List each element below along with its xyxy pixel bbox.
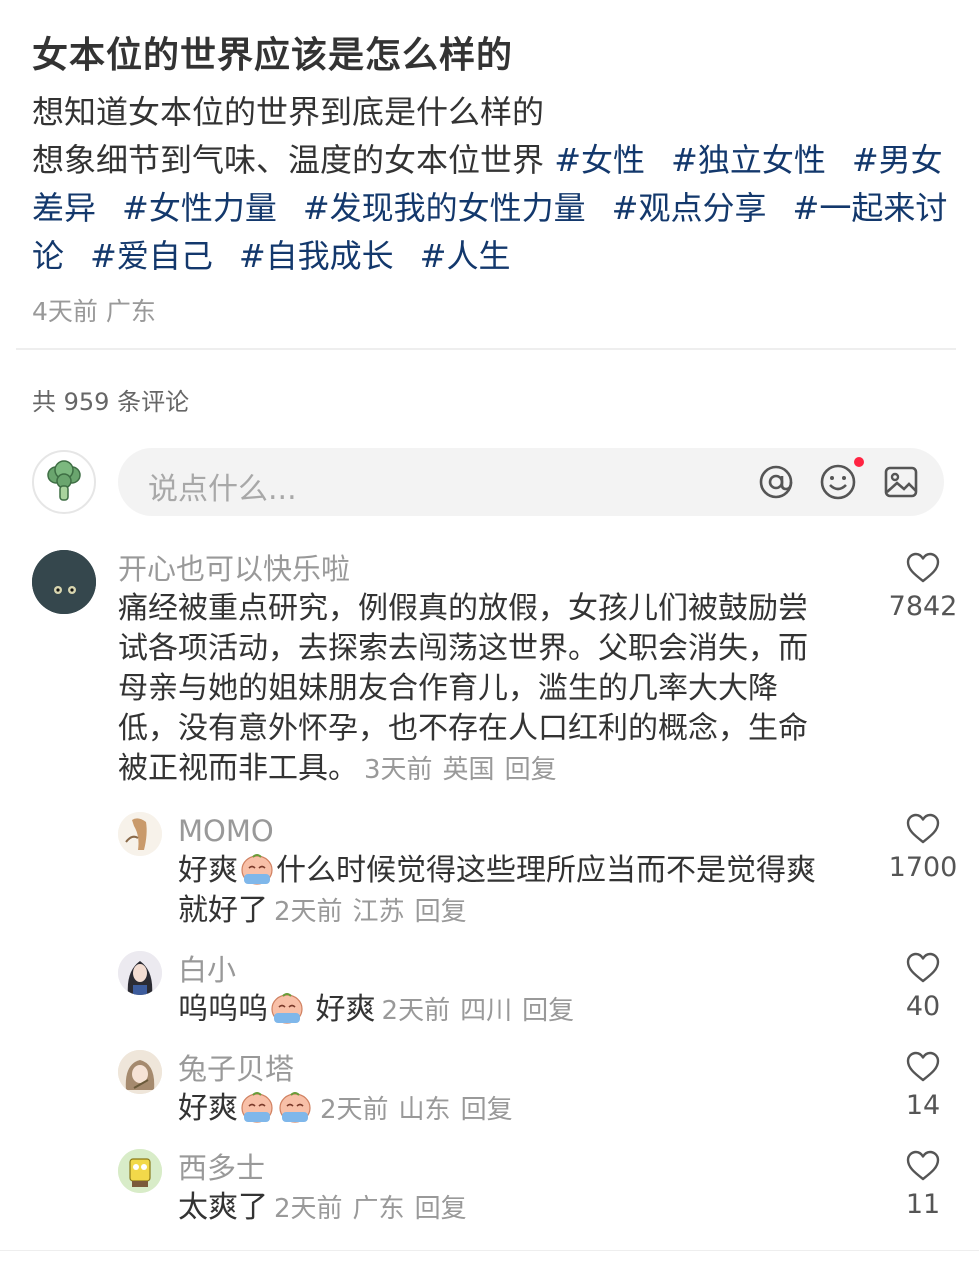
heart-icon bbox=[906, 1051, 940, 1082]
my-avatar[interactable] bbox=[32, 450, 96, 514]
avatar-image bbox=[118, 1149, 162, 1193]
image-icon[interactable] bbox=[881, 462, 921, 502]
heart-icon bbox=[906, 1150, 940, 1181]
avatar-image bbox=[118, 1050, 162, 1094]
comment-input[interactable]: 说点什么... bbox=[118, 448, 944, 516]
avatar[interactable] bbox=[118, 812, 162, 856]
comment-text: 太爽了 2天前 广东 回复 bbox=[178, 1190, 467, 1225]
avatar-image bbox=[118, 951, 162, 995]
like-count: 11 bbox=[905, 1189, 941, 1220]
reply-button[interactable]: 回复 bbox=[415, 1194, 467, 1224]
hashtag[interactable]: #独立女性 bbox=[671, 141, 826, 179]
hashtag[interactable]: #发现我的女性力量 bbox=[303, 189, 586, 227]
like-count: 7842 bbox=[888, 591, 958, 622]
avatar[interactable] bbox=[118, 1050, 162, 1094]
avatar-image bbox=[32, 550, 96, 614]
avatar[interactable] bbox=[32, 550, 96, 614]
hashtag[interactable]: #爱自己 bbox=[90, 237, 213, 275]
hashtag[interactable]: #观点分享 bbox=[612, 189, 767, 227]
avatar[interactable] bbox=[118, 1149, 162, 1193]
post-location: 广东 bbox=[105, 297, 156, 326]
heart-icon bbox=[906, 552, 940, 583]
like-count: 1700 bbox=[888, 852, 958, 883]
comment-text: 呜呜呜 好爽 2天前 四川 回复 bbox=[178, 992, 575, 1027]
commenter-name[interactable]: MOMO bbox=[178, 811, 868, 851]
broccoli-icon bbox=[47, 460, 81, 501]
reply-button[interactable]: 回复 bbox=[505, 755, 557, 785]
comment-text: 好爽 2天前 山东 回复 bbox=[178, 1091, 513, 1126]
post-title: 女本位的世界应该是怎么样的 bbox=[32, 35, 514, 76]
commenter-name[interactable]: 西多士 bbox=[178, 1148, 868, 1188]
avatar-image bbox=[118, 812, 162, 856]
divider bbox=[0, 1250, 979, 1251]
comment-text: 好爽 什么时候觉得这些理所应当而不是觉得爽 就好了 2天前 江苏 回复 bbox=[178, 853, 816, 928]
comment-location: 英国 bbox=[442, 755, 495, 785]
hashtag[interactable]: #女性力量 bbox=[122, 189, 277, 227]
comment: 开心也可以快乐啦 痛经被重点研究，例假真的放假，女孩儿们被鼓励尝 试各项活动，去… bbox=[118, 549, 858, 790]
heart-icon bbox=[906, 813, 940, 844]
commenter-name[interactable]: 开心也可以快乐啦 bbox=[118, 549, 858, 589]
notification-dot bbox=[854, 457, 864, 467]
commenter-name[interactable]: 白小 bbox=[178, 950, 868, 990]
like-button[interactable]: 7842 bbox=[883, 552, 963, 624]
comment-time: 2天前 bbox=[320, 1095, 389, 1125]
emoji-icon[interactable] bbox=[818, 462, 858, 502]
crying-face-emoji-icon bbox=[271, 993, 303, 1024]
comment-location: 山东 bbox=[398, 1095, 451, 1125]
comment: MOMO 好爽 什么时候觉得这些理所应当而不是觉得爽 就好了 2天前 江苏 回复 bbox=[178, 811, 868, 932]
like-button[interactable]: 40 bbox=[883, 952, 963, 1024]
crying-face-emoji-icon bbox=[241, 854, 273, 885]
comment-time: 3天前 bbox=[364, 755, 433, 785]
comment-input-placeholder: 说点什么... bbox=[148, 472, 297, 507]
post-meta: 4天前 广东 bbox=[32, 292, 156, 328]
comment: 白小 呜呜呜 好爽 2天前 四川 回复 bbox=[178, 950, 868, 1031]
comment-text: 痛经被重点研究，例假真的放假，女孩儿们被鼓励尝 试各项活动，去探索去闯荡这世界。… bbox=[118, 591, 808, 786]
comment: 西多士 太爽了 2天前 广东 回复 bbox=[178, 1148, 868, 1229]
comment-time: 2天前 bbox=[381, 996, 451, 1026]
commenter-name[interactable]: 兔子贝塔 bbox=[178, 1049, 868, 1089]
comment-location: 江苏 bbox=[352, 897, 405, 927]
post-body: 想知道女本位的世界到底是什么样的 想象细节到气味、温度的女本位世界 #女性 #独立… bbox=[32, 88, 952, 280]
comment-location: 广东 bbox=[352, 1194, 405, 1224]
comment-time: 2天前 bbox=[274, 897, 343, 927]
comment: 兔子贝塔 好爽 2天前 山东 回复 bbox=[178, 1049, 868, 1130]
hashtag[interactable]: #人生 bbox=[420, 237, 511, 275]
post-line-2: 想象细节到气味、温度的女本位世界 #女性 #独立女性 #男女差异 #女性力量 #发现我的… bbox=[32, 141, 948, 275]
like-button[interactable]: 11 bbox=[883, 1150, 963, 1222]
avatar[interactable] bbox=[118, 951, 162, 995]
heart-icon bbox=[906, 952, 940, 983]
comment-count: 共 959 条评论 bbox=[32, 388, 190, 416]
post-time: 4天前 bbox=[32, 297, 98, 326]
comment-time: 2天前 bbox=[274, 1194, 343, 1224]
comment-location: 四川 bbox=[460, 996, 513, 1026]
divider bbox=[16, 348, 956, 350]
like-count: 40 bbox=[905, 991, 941, 1022]
hashtag[interactable]: #自我成长 bbox=[239, 237, 394, 275]
at-icon[interactable] bbox=[756, 462, 796, 502]
crying-face-emoji-icon bbox=[279, 1092, 311, 1123]
reply-button[interactable]: 回复 bbox=[522, 996, 574, 1026]
like-button[interactable]: 1700 bbox=[883, 813, 963, 885]
reply-button[interactable]: 回复 bbox=[415, 897, 467, 927]
hashtag[interactable]: #女性 bbox=[554, 141, 645, 179]
reply-button[interactable]: 回复 bbox=[461, 1095, 513, 1125]
like-count: 14 bbox=[905, 1090, 941, 1121]
crying-face-emoji-icon bbox=[241, 1092, 273, 1123]
post-line-1: 想知道女本位的世界到底是什么样的 bbox=[32, 93, 545, 131]
like-button[interactable]: 14 bbox=[883, 1051, 963, 1123]
